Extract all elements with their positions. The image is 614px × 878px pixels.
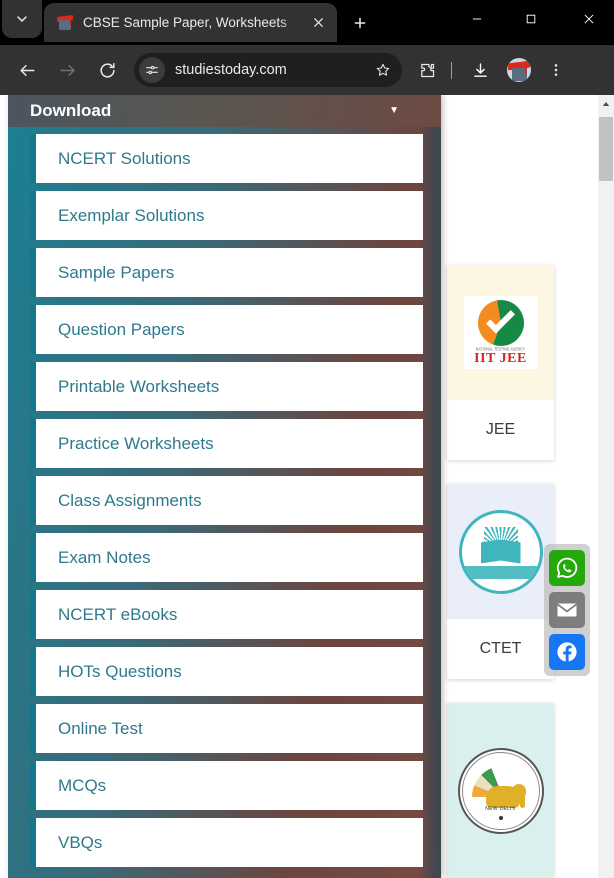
- profile-avatar[interactable]: [507, 58, 531, 82]
- whatsapp-icon: [556, 557, 578, 578]
- download-menu-item-ncert-solutions[interactable]: NCERT Solutions: [30, 134, 423, 183]
- extensions-button[interactable]: [412, 55, 442, 85]
- exam-card-ctet[interactable]: CTET: [447, 484, 554, 679]
- download-menu-header-label: Download: [30, 101, 112, 120]
- social-share-rail: [544, 544, 590, 676]
- download-menu-item-label: Online Test: [58, 718, 143, 738]
- email-envelope-icon: [556, 603, 578, 617]
- download-menu-item-label: VBQs: [58, 832, 103, 852]
- exam-card-thumbnail: NEW DELHI: [447, 703, 554, 878]
- download-menu-item-practice-worksheets[interactable]: Practice Worksheets: [30, 419, 423, 468]
- close-icon: [313, 18, 323, 27]
- download-arrow-icon: [473, 62, 487, 77]
- download-menu-item-exemplar-solutions[interactable]: Exemplar Solutions: [30, 191, 423, 240]
- browser-tab[interactable]: CBSE Sample Paper, Worksheets: [44, 3, 337, 42]
- maximize-button[interactable]: [508, 0, 554, 38]
- jee-agency-text: NATIONAL TESTING AGENCY: [476, 345, 525, 352]
- share-email-button[interactable]: [549, 592, 585, 628]
- download-menu-item-label: Question Papers: [58, 319, 185, 339]
- graduation-cap-favicon: [56, 14, 74, 32]
- download-menu-item-online-test[interactable]: Online Test: [30, 704, 423, 753]
- minimize-button[interactable]: [454, 0, 500, 38]
- download-menu-item-label: NCERT eBooks: [58, 604, 178, 624]
- tune-sliders-icon: [146, 65, 158, 75]
- share-facebook-button[interactable]: [549, 634, 585, 670]
- address-bar[interactable]: studiestoday.com: [134, 53, 402, 87]
- forward-button[interactable]: [50, 53, 84, 87]
- download-menu-item-vbqs[interactable]: VBQs: [30, 818, 423, 867]
- reload-button[interactable]: [90, 53, 124, 87]
- browser-menu-button[interactable]: [541, 55, 571, 85]
- chevron-down-icon: [17, 16, 27, 22]
- puzzle-piece-icon: [420, 63, 434, 77]
- page-scrollbar[interactable]: [598, 95, 614, 878]
- exam-card-label: CTET: [447, 619, 554, 679]
- download-menu-item-label: Practice Worksheets: [58, 433, 214, 453]
- arrow-left-icon: [19, 64, 35, 76]
- three-dot-menu-icon: [554, 64, 558, 76]
- share-whatsapp-button[interactable]: [549, 550, 585, 586]
- page-viewport: rn notes and uick learning. on the lates…: [0, 95, 614, 878]
- jee-checkmark-icon: [477, 299, 524, 346]
- download-menu-item-hots-questions[interactable]: HOTs Questions: [30, 647, 423, 696]
- star-icon: [376, 63, 390, 76]
- download-menu-item-printable-worksheets[interactable]: Printable Worksheets: [30, 362, 423, 411]
- download-menu-item-label: Exemplar Solutions: [58, 205, 205, 225]
- back-button[interactable]: [10, 53, 44, 87]
- close-window-button[interactable]: [566, 0, 612, 38]
- minimize-icon: [472, 18, 482, 20]
- download-menu-item-label: Printable Worksheets: [58, 376, 220, 396]
- download-menu-item-mcqs[interactable]: MCQs: [30, 761, 423, 810]
- browser-window: CBSE Sample Paper, Worksheets studiestod…: [0, 0, 614, 878]
- toolbar-separator: [451, 61, 452, 79]
- scrollbar-thumb[interactable]: [599, 117, 613, 181]
- tab-close-button[interactable]: [305, 10, 331, 36]
- reload-icon: [99, 62, 115, 78]
- plus-icon: [354, 17, 366, 29]
- exam-cards-column: NATIONAL TESTING AGENCY IIT JEE JEE CTET…: [447, 265, 554, 878]
- download-menu-item-label: Exam Notes: [58, 547, 151, 567]
- arrow-right-icon: [59, 64, 75, 76]
- download-menu-item-exam-notes[interactable]: Exam Notes: [30, 533, 423, 582]
- exam-card-thumbnail: NATIONAL TESTING AGENCY IIT JEE: [447, 265, 554, 400]
- download-menu-item-ncert-ebooks[interactable]: NCERT eBooks: [30, 590, 423, 639]
- download-menu-item-question-papers[interactable]: Question Papers: [30, 305, 423, 354]
- bookmark-button[interactable]: [370, 57, 396, 83]
- downloads-button[interactable]: [465, 55, 495, 85]
- exam-card-icse[interactable]: NEW DELHI: [447, 703, 554, 878]
- cbse-emblem-logo: [458, 509, 543, 594]
- iit-jee-logo: NATIONAL TESTING AGENCY IIT JEE: [463, 295, 538, 370]
- download-menu-item-sample-papers[interactable]: Sample Papers: [30, 248, 423, 297]
- scroll-up-arrow-icon: [602, 101, 610, 106]
- download-menu-item-label: Class Assignments: [58, 490, 202, 510]
- chevron-down-icon[interactable]: ▼: [389, 106, 399, 116]
- tab-title: CBSE Sample Paper, Worksheets: [83, 15, 287, 30]
- download-menu-item-label: Sample Papers: [58, 262, 175, 282]
- new-tab-button[interactable]: [345, 8, 375, 38]
- download-overlay-menu: Download ▼ NCERT Solutions Exemplar Solu…: [8, 95, 441, 878]
- tab-search-button[interactable]: [2, 0, 42, 38]
- facebook-icon: [557, 642, 577, 662]
- icse-elephant-emblem-logo: NEW DELHI: [457, 747, 544, 834]
- browser-toolbar: studiestoday.com: [0, 45, 614, 95]
- maximize-icon: [526, 14, 536, 24]
- download-menu-item-label: MCQs: [58, 775, 107, 795]
- scroll-up-button[interactable]: [598, 95, 614, 112]
- download-menu-item-class-assignments[interactable]: Class Assignments: [30, 476, 423, 525]
- exam-card-jee[interactable]: NATIONAL TESTING AGENCY IIT JEE JEE: [447, 265, 554, 460]
- download-menu-item-label: HOTs Questions: [58, 661, 182, 681]
- download-menu-header[interactable]: Download ▼: [8, 95, 441, 127]
- exam-card-label: JEE: [447, 400, 554, 460]
- jee-logo-text: IIT JEE: [474, 350, 527, 366]
- site-settings-button[interactable]: [139, 57, 165, 83]
- close-window-icon: [584, 14, 594, 24]
- url-text[interactable]: studiestoday.com: [175, 62, 370, 78]
- download-menu-list: NCERT Solutions Exemplar Solutions Sampl…: [8, 127, 441, 867]
- download-menu-item-label: NCERT Solutions: [58, 148, 191, 168]
- icse-emblem-bottom-text: NEW DELHI: [485, 805, 516, 812]
- exam-card-thumbnail: [447, 484, 554, 619]
- tab-strip: CBSE Sample Paper, Worksheets: [0, 0, 614, 45]
